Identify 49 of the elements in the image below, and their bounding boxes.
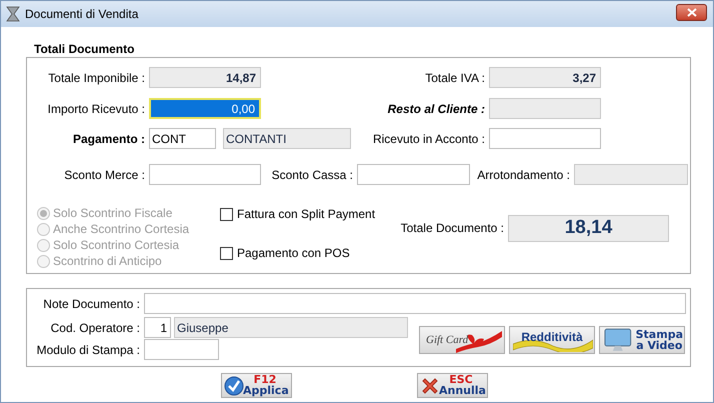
cancel-button[interactable]: ESC Annulla [417, 373, 488, 398]
radio-label: Solo Scontrino Cortesia [53, 237, 180, 254]
apply-button[interactable]: F12 Applica [221, 373, 292, 398]
cross-icon [420, 376, 440, 396]
input-field[interactable] [357, 164, 470, 185]
checkbox[interactable] [220, 208, 233, 220]
field-label: Note Documento : [43, 296, 140, 312]
field-label: Sconto Merce : [64, 166, 145, 184]
window-title: Documenti di Vendita [25, 6, 138, 23]
field-label: Totale IVA : [425, 70, 485, 86]
radio-label: Anche Scontrino Cortesia [53, 221, 190, 238]
radio-label: Scontrino di Anticipo [53, 253, 162, 270]
input-field[interactable] [149, 164, 261, 185]
group-title: Totali Documento [34, 42, 134, 56]
input-field: Giuseppe [174, 317, 408, 338]
field-label: Totale Documento : [400, 220, 505, 237]
input-field[interactable] [144, 293, 686, 314]
check-icon [224, 376, 244, 396]
input-field: CONTANTI [223, 128, 351, 149]
monitor-icon [603, 328, 633, 352]
input-field[interactable]: 14,87 [149, 67, 261, 88]
field-label: Resto al Cliente : [388, 100, 485, 118]
field-label: Pagamento : [72, 130, 145, 148]
radio-label: Solo Scontrino Fiscale [53, 205, 172, 222]
checkbox-label: Fattura con Split Payment [237, 206, 376, 223]
preview-button[interactable]: Stampa a Video [599, 326, 685, 354]
app-icon [6, 6, 20, 22]
total-display: 18,14 [508, 214, 669, 242]
field-label: Ricevuto in Acconto : [372, 130, 485, 148]
field-label: Modulo di Stampa : [36, 342, 140, 358]
input-field[interactable]: 1 [144, 317, 171, 338]
profitability-button[interactable]: Redditività [509, 326, 595, 354]
input-field[interactable]: 3,27 [489, 67, 601, 88]
gift-card-button[interactable]: Gift Card [419, 326, 505, 354]
close-button[interactable] [676, 4, 707, 20]
input-field[interactable]: CONT [149, 128, 216, 149]
checkbox[interactable] [220, 246, 233, 260]
input-field[interactable] [489, 98, 601, 119]
field-label: Importo Ricevuto : [48, 100, 145, 118]
field-label: Totale Imponibile : [48, 70, 145, 86]
field-label: Sconto Cassa : [272, 166, 353, 184]
checkbox-label: Pagamento con POS [237, 245, 350, 262]
close-icon [686, 8, 696, 16]
input-field[interactable] [144, 339, 219, 360]
field-label: Cod. Operatore : [50, 320, 140, 336]
input-field[interactable]: 0,00 [149, 98, 261, 119]
field-label: Arrotondamento : [477, 166, 570, 184]
input-field[interactable] [489, 128, 601, 149]
input-field[interactable] [574, 164, 688, 185]
